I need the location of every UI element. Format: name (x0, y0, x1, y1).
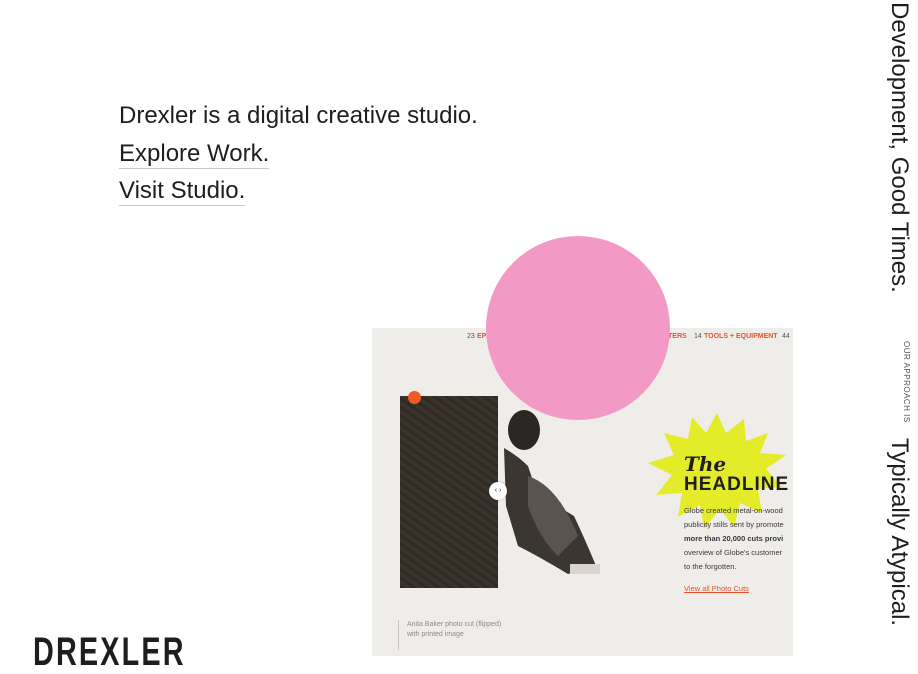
orange-marker-dot (408, 391, 421, 404)
pink-cursor-circle (486, 236, 670, 420)
hero: Drexler is a digital creative studio. Ex… (119, 100, 478, 206)
nav-item-2[interactable]: TERS (668, 333, 687, 340)
side-label-approach: OUR APPROACH IS (902, 341, 911, 423)
body-line: Globe created metal-on-wood (684, 506, 783, 515)
view-photo-cuts-link[interactable]: View all Photo Cuts (684, 584, 749, 593)
printed-photo (498, 396, 604, 588)
card-body-copy: Globe created metal-on-wood publicity st… (684, 504, 793, 574)
caption-line: with printed image (407, 631, 464, 638)
nav-number-1: 23 (467, 333, 475, 340)
side-headline-atypical: Typically Atypical. (886, 438, 913, 627)
nav-number-3: 44 (782, 333, 790, 340)
photo-caption: Anita Baker photo cut (flipped) with pri… (398, 620, 527, 650)
side-headline-development: Development, Good Times. (886, 2, 913, 293)
body-line: publicity stills sent by promote (684, 520, 784, 529)
headline-the: The (684, 452, 727, 476)
body-line: overview of Globe's customer (684, 548, 783, 557)
visit-studio-link[interactable]: Visit Studio. (119, 177, 246, 206)
comparison-slider-handle[interactable]: ‹ › (489, 482, 507, 500)
figure-silhouette (504, 410, 600, 574)
caption-line: Anita Baker photo cut (flipped) (407, 621, 502, 628)
hero-links: Explore Work. Visit Studio. (119, 132, 478, 206)
headline-text: HEADLINE (684, 474, 790, 495)
explore-work-link[interactable]: Explore Work. (119, 140, 270, 169)
drexler-logo[interactable]: DREXLER (33, 632, 186, 672)
studio-tagline: Drexler is a digital creative studio. (119, 102, 478, 129)
nav-item-tools[interactable]: TOOLS + EQUIPMENT (704, 333, 778, 340)
nav-number-2: 14 (694, 333, 702, 340)
nav-item-1[interactable]: EP (477, 333, 486, 340)
wood-cut-photo (400, 396, 500, 588)
body-line: more than 20,000 cuts provi (684, 534, 784, 543)
body-line: to the forgotten. (684, 562, 737, 571)
